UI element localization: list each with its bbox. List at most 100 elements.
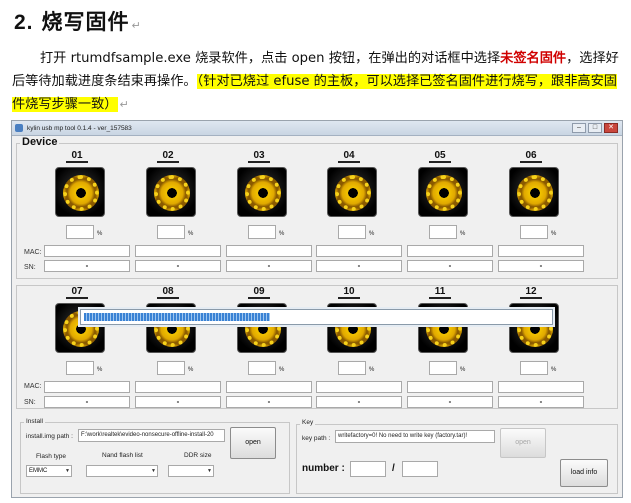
instruction-paragraph: 打开 rtumdfsample.exe 烧录软件，点击 open 按钮，在弹出的… (12, 47, 624, 116)
port-number: 11 (429, 286, 451, 299)
percent-sign: % (460, 231, 466, 237)
port-number: 08 (157, 286, 179, 299)
mac-field (407, 381, 493, 393)
port-progress-box (66, 361, 94, 375)
port-number: 03 (248, 150, 270, 163)
port-number: 02 (157, 150, 179, 163)
mac-field (498, 245, 584, 257)
number-label: number : (302, 463, 345, 474)
percent-sign: % (369, 367, 375, 373)
mac-field (316, 381, 402, 393)
number-total-input[interactable] (402, 461, 438, 477)
port-progress-box (520, 361, 548, 375)
mac-field (135, 381, 221, 393)
install-img-path-label: install.img path : (26, 433, 73, 440)
sn-field: - (135, 396, 221, 408)
port-progress-box (338, 225, 366, 239)
percent-sign: % (188, 231, 194, 237)
port-progress-box (66, 225, 94, 239)
loading-progress-bar (80, 309, 553, 325)
percent-sign: % (97, 231, 103, 237)
port-progress-box (429, 225, 457, 239)
percent-sign: % (551, 231, 557, 237)
port-number: 04 (338, 150, 360, 163)
key-open-button[interactable]: open (500, 428, 546, 458)
minimize-icon[interactable]: – (572, 123, 586, 133)
port-progress-box (429, 361, 457, 375)
install-open-button[interactable]: open (230, 427, 276, 459)
sn-field: - (316, 396, 402, 408)
port-number: 10 (338, 286, 360, 299)
close-icon[interactable]: ✕ (604, 123, 618, 133)
mac-field (498, 381, 584, 393)
maximize-icon[interactable]: □ (588, 123, 602, 133)
sn-label-row1: SN: (24, 264, 36, 271)
port-progress-box (248, 361, 276, 375)
port-progress-box (520, 225, 548, 239)
section-heading: 2. 烧写固件 ↵ (14, 6, 142, 36)
chevron-down-icon: ▼ (151, 468, 156, 474)
mac-field (407, 245, 493, 257)
install-img-path-input[interactable]: F:\work\realtek\evideo-nonsecure-offline… (78, 429, 225, 442)
mac-field (135, 245, 221, 257)
load-info-button[interactable]: load info (560, 459, 608, 487)
window-controls: – □ ✕ (572, 123, 618, 133)
port-progress-box (157, 225, 185, 239)
para-intro: 打开 rtumdfsample.exe 烧录软件，点击 open 按钮，在弹出的… (40, 51, 501, 66)
gear-icon (154, 175, 190, 211)
flash-type-label: Flash type (36, 453, 66, 460)
heading-text: 烧写固件 (41, 10, 130, 34)
mac-field (226, 381, 312, 393)
port-status-tile[interactable] (146, 167, 196, 217)
sn-label-row2: SN: (24, 399, 36, 406)
number-current-input[interactable] (350, 461, 386, 477)
port-status-tile[interactable] (509, 167, 559, 217)
nand-flash-select[interactable]: ▼ (86, 465, 158, 477)
percent-sign: % (279, 231, 285, 237)
sn-field: - (407, 260, 493, 272)
sn-field: - (135, 260, 221, 272)
mac-label-row2: MAC: (24, 383, 42, 390)
ddr-size-select[interactable]: ▼ (168, 465, 214, 477)
port-status-tile[interactable] (418, 167, 468, 217)
percent-sign: % (551, 367, 557, 373)
key-path-label: key path : (302, 435, 331, 442)
window-title: kylin usb mp tool 0.1.4 - ver_157583 (27, 124, 132, 132)
window-titlebar: kylin usb mp tool 0.1.4 - ver_157583 – □… (12, 121, 622, 136)
chevron-down-icon: ▼ (65, 468, 70, 474)
key-path-input[interactable]: writefactory=0! No need to write key (fa… (335, 430, 495, 443)
gear-icon (63, 175, 99, 211)
nand-flash-list-label: Nand flash list (102, 452, 143, 459)
port-number: 09 (248, 286, 270, 299)
sn-field: - (498, 260, 584, 272)
port-status-tile[interactable] (237, 167, 287, 217)
gear-icon (517, 175, 553, 211)
mp-tool-window: kylin usb mp tool 0.1.4 - ver_157583 – □… (11, 120, 623, 498)
mac-field (44, 381, 130, 393)
percent-sign: % (97, 367, 103, 373)
percent-sign: % (460, 367, 466, 373)
port-status-tile[interactable] (327, 167, 377, 217)
para-unsigned-firmware: 未签名固件 (500, 51, 567, 66)
port-number: 12 (520, 286, 542, 299)
ddr-size-label: DDR size (184, 452, 212, 459)
loading-progress-fill (84, 313, 270, 321)
port-progress-box (157, 361, 185, 375)
install-group-label: Install (24, 418, 45, 425)
gear-icon (245, 175, 281, 211)
sn-field: - (44, 396, 130, 408)
number-slash: / (392, 463, 395, 474)
port-number: 01 (66, 150, 88, 163)
paragraph-mark-icon: ↵ (119, 98, 129, 111)
sn-field: - (316, 260, 402, 272)
app-icon (15, 124, 23, 132)
flash-type-select[interactable]: EMMC ▼ (26, 465, 72, 477)
port-number: 06 (520, 150, 542, 163)
port-progress-box (338, 361, 366, 375)
sn-field: - (407, 396, 493, 408)
percent-sign: % (369, 231, 375, 237)
port-number: 07 (66, 286, 88, 299)
port-status-tile[interactable] (55, 167, 105, 217)
sn-field: - (498, 396, 584, 408)
port-progress-box (248, 225, 276, 239)
